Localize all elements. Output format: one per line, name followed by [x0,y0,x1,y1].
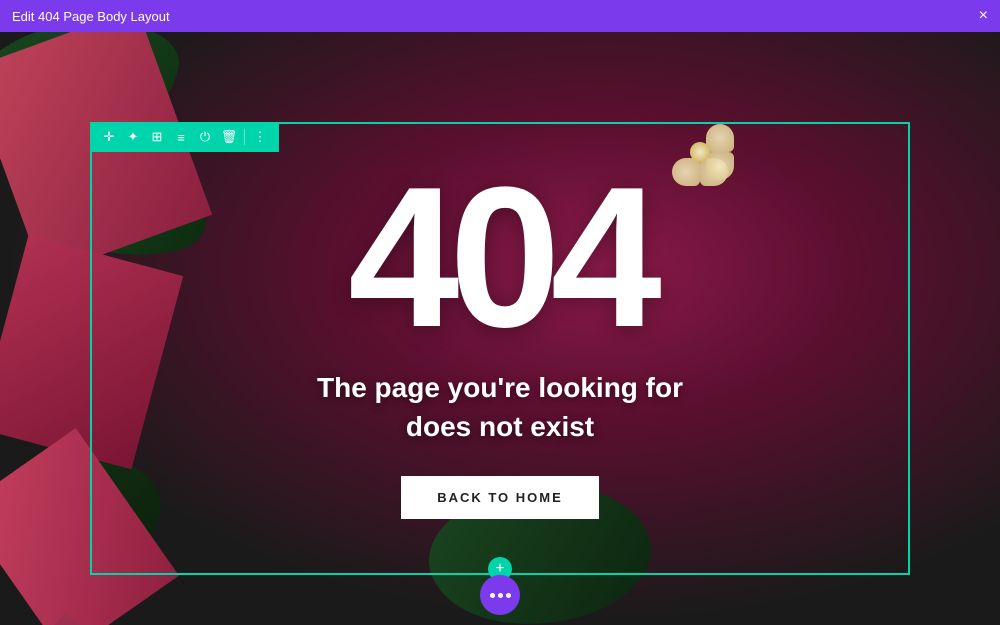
dot-3 [506,593,511,598]
settings-icon[interactable]: ✦ [122,126,144,148]
move-icon[interactable]: ✛ [98,126,120,148]
columns-icon[interactable]: ≡ [170,126,192,148]
back-to-home-button[interactable]: BACK TO HOME [401,476,599,519]
duplicate-icon[interactable]: ⊞ [146,126,168,148]
dot-2 [498,593,503,598]
error-message: The page you're looking fordoes not exis… [317,368,683,446]
page-content: 404 The page you're looking fordoes not … [0,32,1000,625]
error-number: 404 [348,158,652,358]
toolbar: ✛ ✦ ⊞ ≡ ⏻ 🗑 ⋮ [90,122,279,152]
dots-menu-button[interactable] [480,575,520,615]
more-icon[interactable]: ⋮ [249,126,271,148]
title-bar: Edit 404 Page Body Layout × [0,0,1000,32]
close-button[interactable]: × [979,8,988,24]
delete-icon[interactable]: 🗑 [218,126,240,148]
power-icon[interactable]: ⏻ [194,126,216,148]
title-bar-text: Edit 404 Page Body Layout [12,9,170,24]
canvas-area: ✛ ✦ ⊞ ≡ ⏻ 🗑 ⋮ 404 The page you're lookin… [0,32,1000,625]
dot-1 [490,593,495,598]
toolbar-divider [244,129,245,145]
